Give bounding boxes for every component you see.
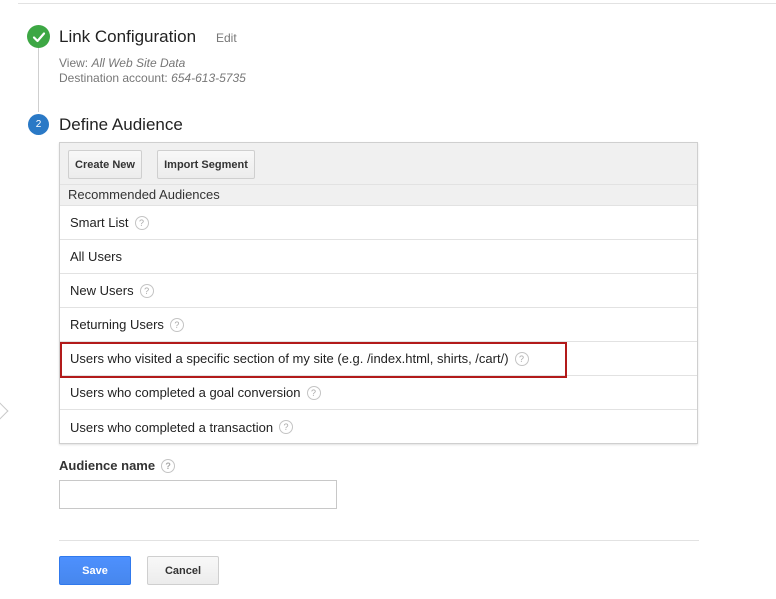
cancel-button[interactable]: Cancel <box>147 556 219 585</box>
step2-number-badge: 2 <box>28 114 49 135</box>
help-icon[interactable]: ? <box>279 420 294 434</box>
audience-toolbar: Create New Import Segment <box>60 143 697 185</box>
help-icon[interactable]: ? <box>169 317 184 332</box>
audience-row-label: Returning Users <box>70 317 164 332</box>
chevron-right-icon[interactable] <box>0 402 9 420</box>
destination-info: Destination account: 654-613-5735 <box>59 71 246 85</box>
view-info: View: All Web Site Data <box>59 56 185 70</box>
import-segment-button[interactable]: Import Segment <box>157 150 255 179</box>
actions-divider <box>59 540 699 541</box>
help-icon[interactable]: ? <box>514 351 529 366</box>
audience-row-label: Users who visited a specific section of … <box>70 351 509 366</box>
checkmark-icon-glyph <box>32 31 45 42</box>
save-button[interactable]: Save <box>59 556 131 585</box>
step1-title: Link Configuration <box>59 27 197 46</box>
audience-row-label: Users who completed a goal conversion <box>70 385 301 400</box>
audience-row-label: All Users <box>70 249 123 264</box>
audience-name-input[interactable] <box>59 480 337 509</box>
edit-link[interactable]: Edit <box>216 31 237 45</box>
audience-row-label: New Users <box>70 283 134 298</box>
audience-row-new-users[interactable]: New Users ? <box>60 274 697 308</box>
audience-name-label-text: Audience name <box>59 458 156 473</box>
view-label: View: <box>59 56 89 70</box>
audience-row-goal-conversion[interactable]: Users who completed a goal conversion ? <box>60 376 697 410</box>
audience-row-all-users[interactable]: All Users <box>60 240 697 274</box>
audience-row-label: Users who completed a transaction <box>70 419 274 435</box>
checkmark-icon <box>27 25 50 48</box>
help-icon[interactable]: ? <box>161 458 176 473</box>
view-value: All Web Site Data <box>91 56 186 70</box>
audience-row-label: Smart List <box>70 215 129 230</box>
audience-row-returning-users[interactable]: Returning Users ? <box>60 308 697 342</box>
create-new-button[interactable]: Create New <box>68 150 142 179</box>
destination-label: Destination account: <box>59 71 168 85</box>
help-icon[interactable]: ? <box>134 215 149 230</box>
top-divider <box>18 3 776 4</box>
step-connector-line <box>38 47 39 112</box>
help-icon[interactable]: ? <box>306 385 321 400</box>
audience-panel: Create New Import Segment Recommended Au… <box>59 142 698 444</box>
step2-title: Define Audience <box>59 115 183 134</box>
destination-value: 654-613-5735 <box>171 71 246 85</box>
audience-row-transaction[interactable]: Users who completed a transaction ? <box>60 410 697 444</box>
recommended-audiences-header: Recommended Audiences <box>60 185 697 206</box>
audience-row-smart-list[interactable]: Smart List ? <box>60 206 697 240</box>
help-icon[interactable]: ? <box>139 283 154 298</box>
audience-name-label: Audience name ? <box>59 458 176 473</box>
audience-row-site-section[interactable]: Users who visited a specific section of … <box>60 342 697 376</box>
